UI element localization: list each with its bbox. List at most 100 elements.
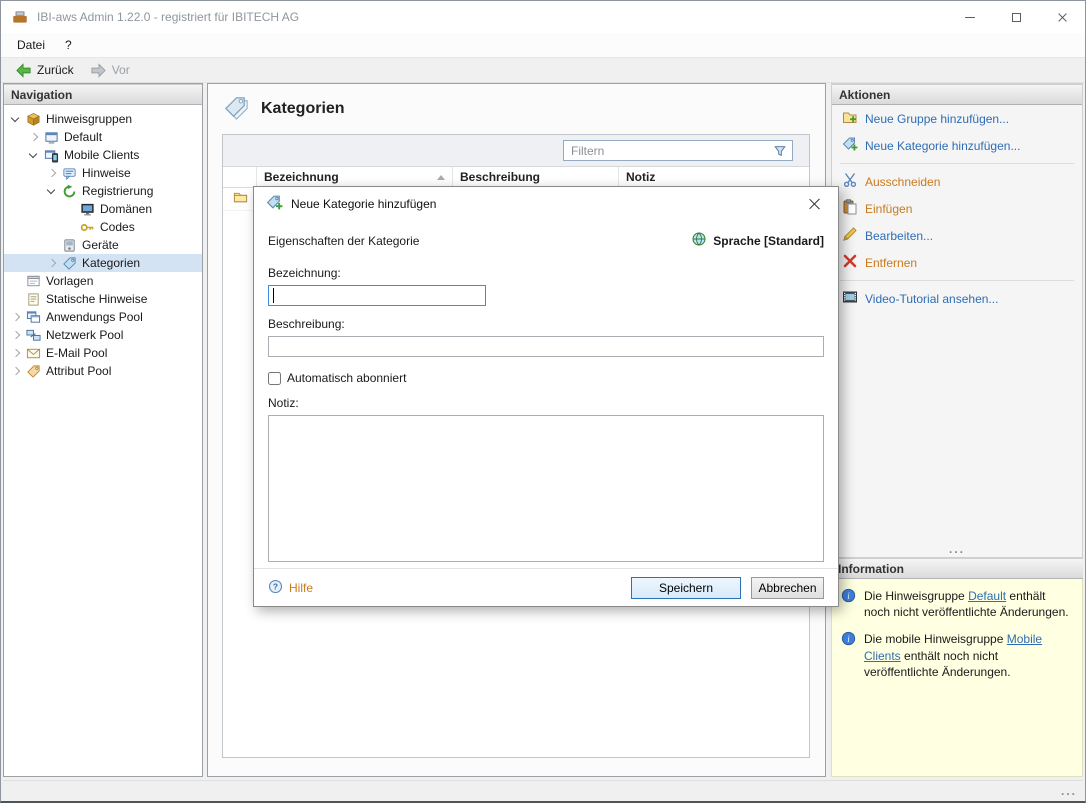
network-pool-icon — [25, 327, 42, 343]
close-button[interactable] — [1039, 1, 1085, 33]
actions-overflow: ... — [948, 542, 965, 556]
email-pool-icon — [25, 345, 42, 361]
static-hint-icon — [25, 291, 42, 307]
dialog-close-button[interactable] — [804, 193, 826, 215]
chevron-collapsed-icon[interactable] — [26, 129, 43, 145]
hilfe-link[interactable]: ? Hilfe — [268, 579, 313, 597]
tree-item-hinweisgruppen[interactable]: Hinweisgruppen — [4, 110, 202, 128]
notiz-textarea[interactable] — [268, 415, 824, 562]
column-label: Bezeichnung — [264, 170, 339, 184]
chevron-expanded-icon[interactable] — [26, 147, 43, 163]
checkbox-label: Automatisch abonniert — [287, 371, 407, 385]
tree-item-hinweise[interactable]: Hinweise — [4, 164, 202, 182]
beschreibung-label: Beschreibung: — [268, 317, 345, 331]
menu-help[interactable]: ? — [55, 35, 82, 55]
filter-funnel-icon[interactable] — [768, 144, 792, 158]
chevron-collapsed-icon[interactable] — [8, 363, 25, 379]
filter-input[interactable] — [564, 143, 768, 158]
app-window: IBI-aws Admin 1.22.0 - registriert für I… — [0, 0, 1086, 803]
filter-box — [563, 140, 793, 161]
app-pool-icon — [25, 309, 42, 325]
info-icon: i — [841, 588, 857, 620]
chevron-collapsed-icon[interactable] — [8, 309, 25, 325]
forward-button[interactable]: Vor — [84, 60, 136, 81]
action-neue-gruppe[interactable]: Neue Gruppe hinzufügen... — [832, 105, 1082, 132]
speichern-button[interactable]: Speichern — [631, 576, 741, 599]
column-label: Beschreibung — [460, 170, 541, 184]
chevron-expanded-icon[interactable] — [8, 111, 25, 127]
paste-icon — [842, 199, 858, 218]
dialog-body: Eigenschaften der Kategorie Sprache [Sta… — [254, 221, 838, 565]
info-link-default[interactable]: Default — [968, 589, 1006, 603]
template-icon — [25, 273, 42, 289]
tree-item-codes[interactable]: Codes — [4, 218, 202, 236]
tree-item-statische-hinweise[interactable]: Statische Hinweise — [4, 290, 202, 308]
chevron-collapsed-icon[interactable] — [44, 165, 61, 181]
chevron-collapsed-icon[interactable] — [8, 327, 25, 343]
video-icon — [842, 289, 858, 308]
minimize-icon — [965, 16, 975, 18]
action-ausschneiden[interactable]: Ausschneiden — [832, 168, 1082, 195]
add-category-icon — [266, 194, 283, 214]
forward-label: Vor — [111, 63, 130, 77]
maximize-button[interactable] — [993, 1, 1039, 33]
dialog-title: Neue Kategorie hinzufügen — [291, 197, 437, 211]
back-arrow-icon — [15, 62, 32, 79]
tree-item-mobile-clients[interactable]: Mobile Clients — [4, 146, 202, 164]
bezeichnung-input[interactable] — [268, 285, 486, 306]
tree-item-anwendungs-pool[interactable]: Anwendungs Pool — [4, 308, 202, 326]
tree-item-default[interactable]: Default — [4, 128, 202, 146]
minimize-button[interactable] — [947, 1, 993, 33]
main-header: Kategorien — [208, 84, 825, 132]
column-header-gutter[interactable] — [223, 167, 257, 187]
client-icon — [43, 129, 60, 145]
tree-item-netzwerk-pool[interactable]: Netzwerk Pool — [4, 326, 202, 344]
add-group-icon — [842, 109, 858, 128]
svg-text:?: ? — [273, 581, 278, 591]
action-bearbeiten[interactable]: Bearbeiten... — [832, 222, 1082, 249]
tree-item-geraete[interactable]: Geräte — [4, 236, 202, 254]
tree-item-kategorien[interactable]: Kategorien — [4, 254, 202, 272]
category-tag-icon — [61, 255, 78, 271]
resize-grip[interactable]: ... — [1061, 784, 1077, 798]
tree-item-registrierung[interactable]: Registrierung — [4, 182, 202, 200]
action-neue-kategorie[interactable]: Neue Kategorie hinzufügen... — [832, 132, 1082, 159]
language-selector[interactable]: Sprache [Standard] — [691, 231, 824, 250]
tree-item-label: Anwendungs Pool — [46, 310, 143, 324]
chevron-collapsed-icon[interactable] — [8, 345, 25, 361]
tree-item-vorlagen[interactable]: Vorlagen — [4, 272, 202, 290]
column-header-notiz[interactable]: Notiz — [619, 167, 809, 187]
text-caret — [273, 288, 274, 303]
column-header-bezeichnung[interactable]: Bezeichnung — [257, 167, 453, 187]
notiz-label: Notiz: — [268, 396, 299, 410]
action-label: Bearbeiten... — [865, 228, 934, 243]
chevron-collapsed-icon[interactable] — [44, 255, 61, 271]
tree-item-attribut-pool[interactable]: Attribut Pool — [4, 362, 202, 380]
info-text: Die Hinweisgruppe Default enthält noch n… — [864, 588, 1073, 620]
menu-datei[interactable]: Datei — [7, 35, 55, 55]
neue-kategorie-dialog: Neue Kategorie hinzufügen Eigenschaften … — [253, 186, 839, 607]
tree-item-domaenen[interactable]: Domänen — [4, 200, 202, 218]
beschreibung-input[interactable] — [268, 336, 824, 357]
column-header-beschreibung[interactable]: Beschreibung — [453, 167, 619, 187]
action-video-tutorial[interactable]: Video-Tutorial ansehen... — [832, 285, 1082, 312]
title-bar: IBI-aws Admin 1.22.0 - registriert für I… — [1, 1, 1085, 33]
abbrechen-button[interactable]: Abbrechen — [751, 576, 824, 599]
row-gutter-cell — [223, 190, 257, 208]
automatisch-abonniert-checkbox[interactable] — [268, 371, 281, 385]
action-entfernen[interactable]: Entfernen — [832, 249, 1082, 276]
action-label: Entfernen — [865, 255, 918, 270]
edit-icon — [842, 226, 858, 245]
back-button[interactable]: Zurück — [9, 60, 80, 81]
tree-item-label: Netzwerk Pool — [46, 328, 124, 342]
info-text: Die mobile Hinweisgruppe Mobile Clients … — [864, 631, 1073, 680]
chevron-expanded-icon[interactable] — [44, 183, 61, 199]
action-label: Einfügen — [865, 201, 913, 216]
folder-icon — [233, 190, 248, 208]
nav-toolbar: Zurück Vor — [1, 57, 1085, 83]
action-einfuegen[interactable]: Einfügen — [832, 195, 1082, 222]
menu-bar: Datei ? — [1, 33, 1085, 57]
dialog-section-row: Eigenschaften der Kategorie Sprache [Sta… — [268, 231, 824, 250]
tree-item-email-pool[interactable]: E-Mail Pool — [4, 344, 202, 362]
